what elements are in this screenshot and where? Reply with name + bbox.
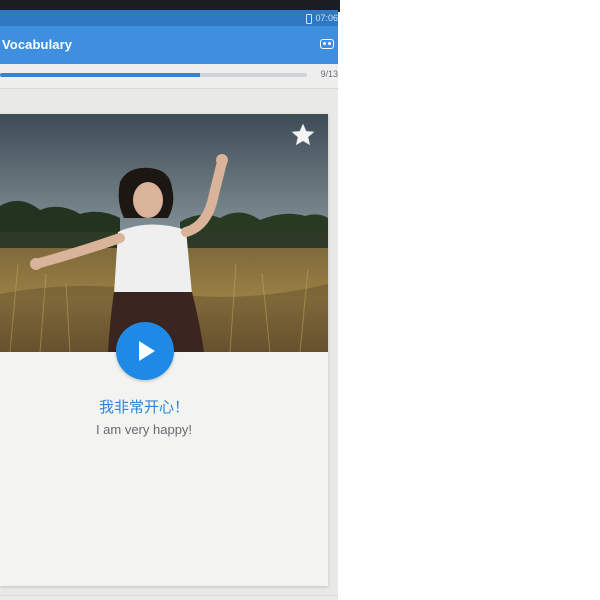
bottom-divider <box>0 595 338 596</box>
vocabulary-card: 我非常开心！ I am very happy! <box>0 114 328 586</box>
status-time: 07:06 <box>315 13 338 23</box>
progress-count: 9/13 <box>320 69 338 79</box>
play-icon <box>139 341 155 361</box>
vocabulary-phrase: 我非常开心！ <box>98 398 189 416</box>
photo-illustration <box>0 114 328 352</box>
status-bar: 07:06 <box>0 10 338 26</box>
flashcard-menu-icon[interactable] <box>320 39 334 49</box>
battery-icon <box>306 14 312 24</box>
app-bar: Vocabulary <box>0 26 338 64</box>
progress-bar <box>0 73 307 77</box>
vocabulary-translation: I am very happy! <box>95 422 193 437</box>
play-audio-button[interactable] <box>116 322 174 380</box>
page-title: Vocabulary <box>2 37 73 52</box>
progress-row: 9/13 <box>0 64 338 88</box>
star-icon[interactable] <box>290 122 316 148</box>
divider <box>0 88 338 89</box>
progress-fill <box>0 73 200 77</box>
vocabulary-photo <box>0 114 328 352</box>
app-screen: 07:06 Vocabulary 9/13 我非常开心！ I am very h… <box>0 10 338 600</box>
